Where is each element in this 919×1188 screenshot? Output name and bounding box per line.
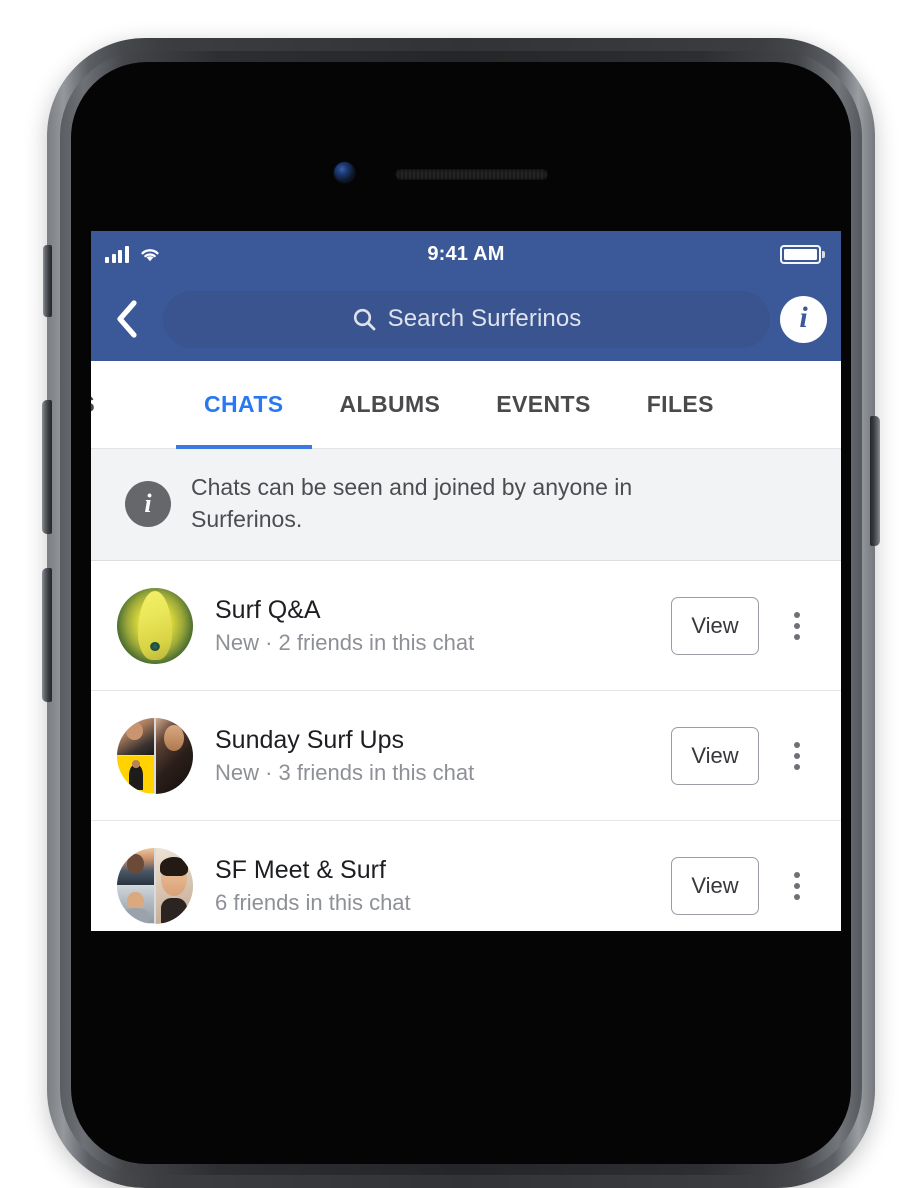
chat-item-meta: Surf Q&A New · 2 friends in this chat — [215, 595, 671, 657]
earpiece-speaker-icon — [395, 169, 548, 180]
tab-events[interactable]: EVENTS — [468, 361, 618, 448]
view-button[interactable]: View — [671, 856, 759, 915]
chat-item-subtitle: New · 3 friends in this chat — [215, 759, 475, 785]
chat-item-meta: SF Meet & Surf 6 friends in this chat — [215, 855, 671, 917]
avatar — [117, 717, 193, 794]
chat-list-item[interactable]: SF Meet & Surf 6 friends in this chat Vi… — [91, 821, 841, 931]
navigation-bar: Search Surferinos i — [91, 277, 841, 361]
chat-item-subtitle: New · 2 friends in this chat — [215, 629, 475, 655]
chat-list: Surf Q&A New · 2 friends in this chat Vi… — [91, 561, 841, 931]
info-icon-glyph: i — [144, 488, 152, 518]
mute-switch-button[interactable] — [43, 245, 52, 317]
info-button-glyph: i — [799, 301, 808, 334]
tab-albums-label: ALBUMS — [339, 391, 441, 417]
privacy-info-banner-text: Chats can be seen and joined by anyone i… — [191, 473, 633, 532]
phone-device-frame: 9:41 AM Search Surferinos i CHATS ALBUMS… — [42, 38, 880, 1188]
tab-photos[interactable]: TOS — [91, 361, 176, 448]
search-input[interactable]: Search Surferinos — [163, 290, 770, 348]
app-screen: 9:41 AM Search Surferinos i CHATS ALBUMS… — [91, 231, 841, 931]
search-icon — [352, 307, 377, 332]
status-bar-time: 9:41 AM — [427, 242, 505, 265]
info-icon: i — [125, 480, 171, 527]
info-circle-icon[interactable]: i — [780, 295, 827, 343]
kebab-menu-icon[interactable] — [771, 858, 823, 914]
kebab-menu-icon[interactable] — [771, 598, 823, 654]
phone-screen-bezel: 9:41 AM Search Surferinos i CHATS ALBUMS… — [71, 62, 851, 1164]
search-placeholder-text: Search Surferinos — [387, 305, 582, 332]
tab-photos-label: TOS — [91, 391, 95, 418]
front-camera-icon — [334, 162, 355, 183]
chat-list-item[interactable]: Surf Q&A New · 2 friends in this chat Vi… — [91, 561, 841, 691]
power-button[interactable] — [870, 416, 880, 546]
avatar — [117, 847, 193, 924]
view-button[interactable]: View — [671, 726, 759, 785]
volume-up-button[interactable] — [42, 400, 52, 534]
tab-chats[interactable]: CHATS — [176, 361, 312, 449]
privacy-info-banner: i Chats can be seen and joined by anyone… — [91, 449, 841, 561]
tab-chats-label: CHATS — [204, 391, 284, 417]
chat-item-title: Surf Q&A — [215, 595, 321, 624]
kebab-menu-icon[interactable] — [771, 728, 823, 784]
chat-item-title: Sunday Surf Ups — [215, 725, 404, 754]
tab-files[interactable]: FILES — [619, 361, 742, 448]
tab-events-label: EVENTS — [496, 391, 591, 417]
battery-full-icon — [779, 244, 825, 264]
chat-item-subtitle: 6 friends in this chat — [215, 889, 411, 915]
tab-bar: TOS CHATS ALBUMS EVENTS FILES — [91, 361, 841, 449]
back-button[interactable] — [101, 293, 153, 345]
volume-down-button[interactable] — [42, 568, 52, 702]
avatar — [117, 587, 193, 664]
tab-albums[interactable]: ALBUMS — [312, 361, 469, 448]
chat-list-item[interactable]: Sunday Surf Ups New · 3 friends in this … — [91, 691, 841, 821]
tab-files-label: FILES — [646, 391, 714, 417]
chat-item-meta: Sunday Surf Ups New · 3 friends in this … — [215, 725, 671, 787]
chat-item-title: SF Meet & Surf — [215, 855, 386, 884]
status-bar: 9:41 AM — [91, 231, 841, 277]
view-button[interactable]: View — [671, 596, 759, 655]
